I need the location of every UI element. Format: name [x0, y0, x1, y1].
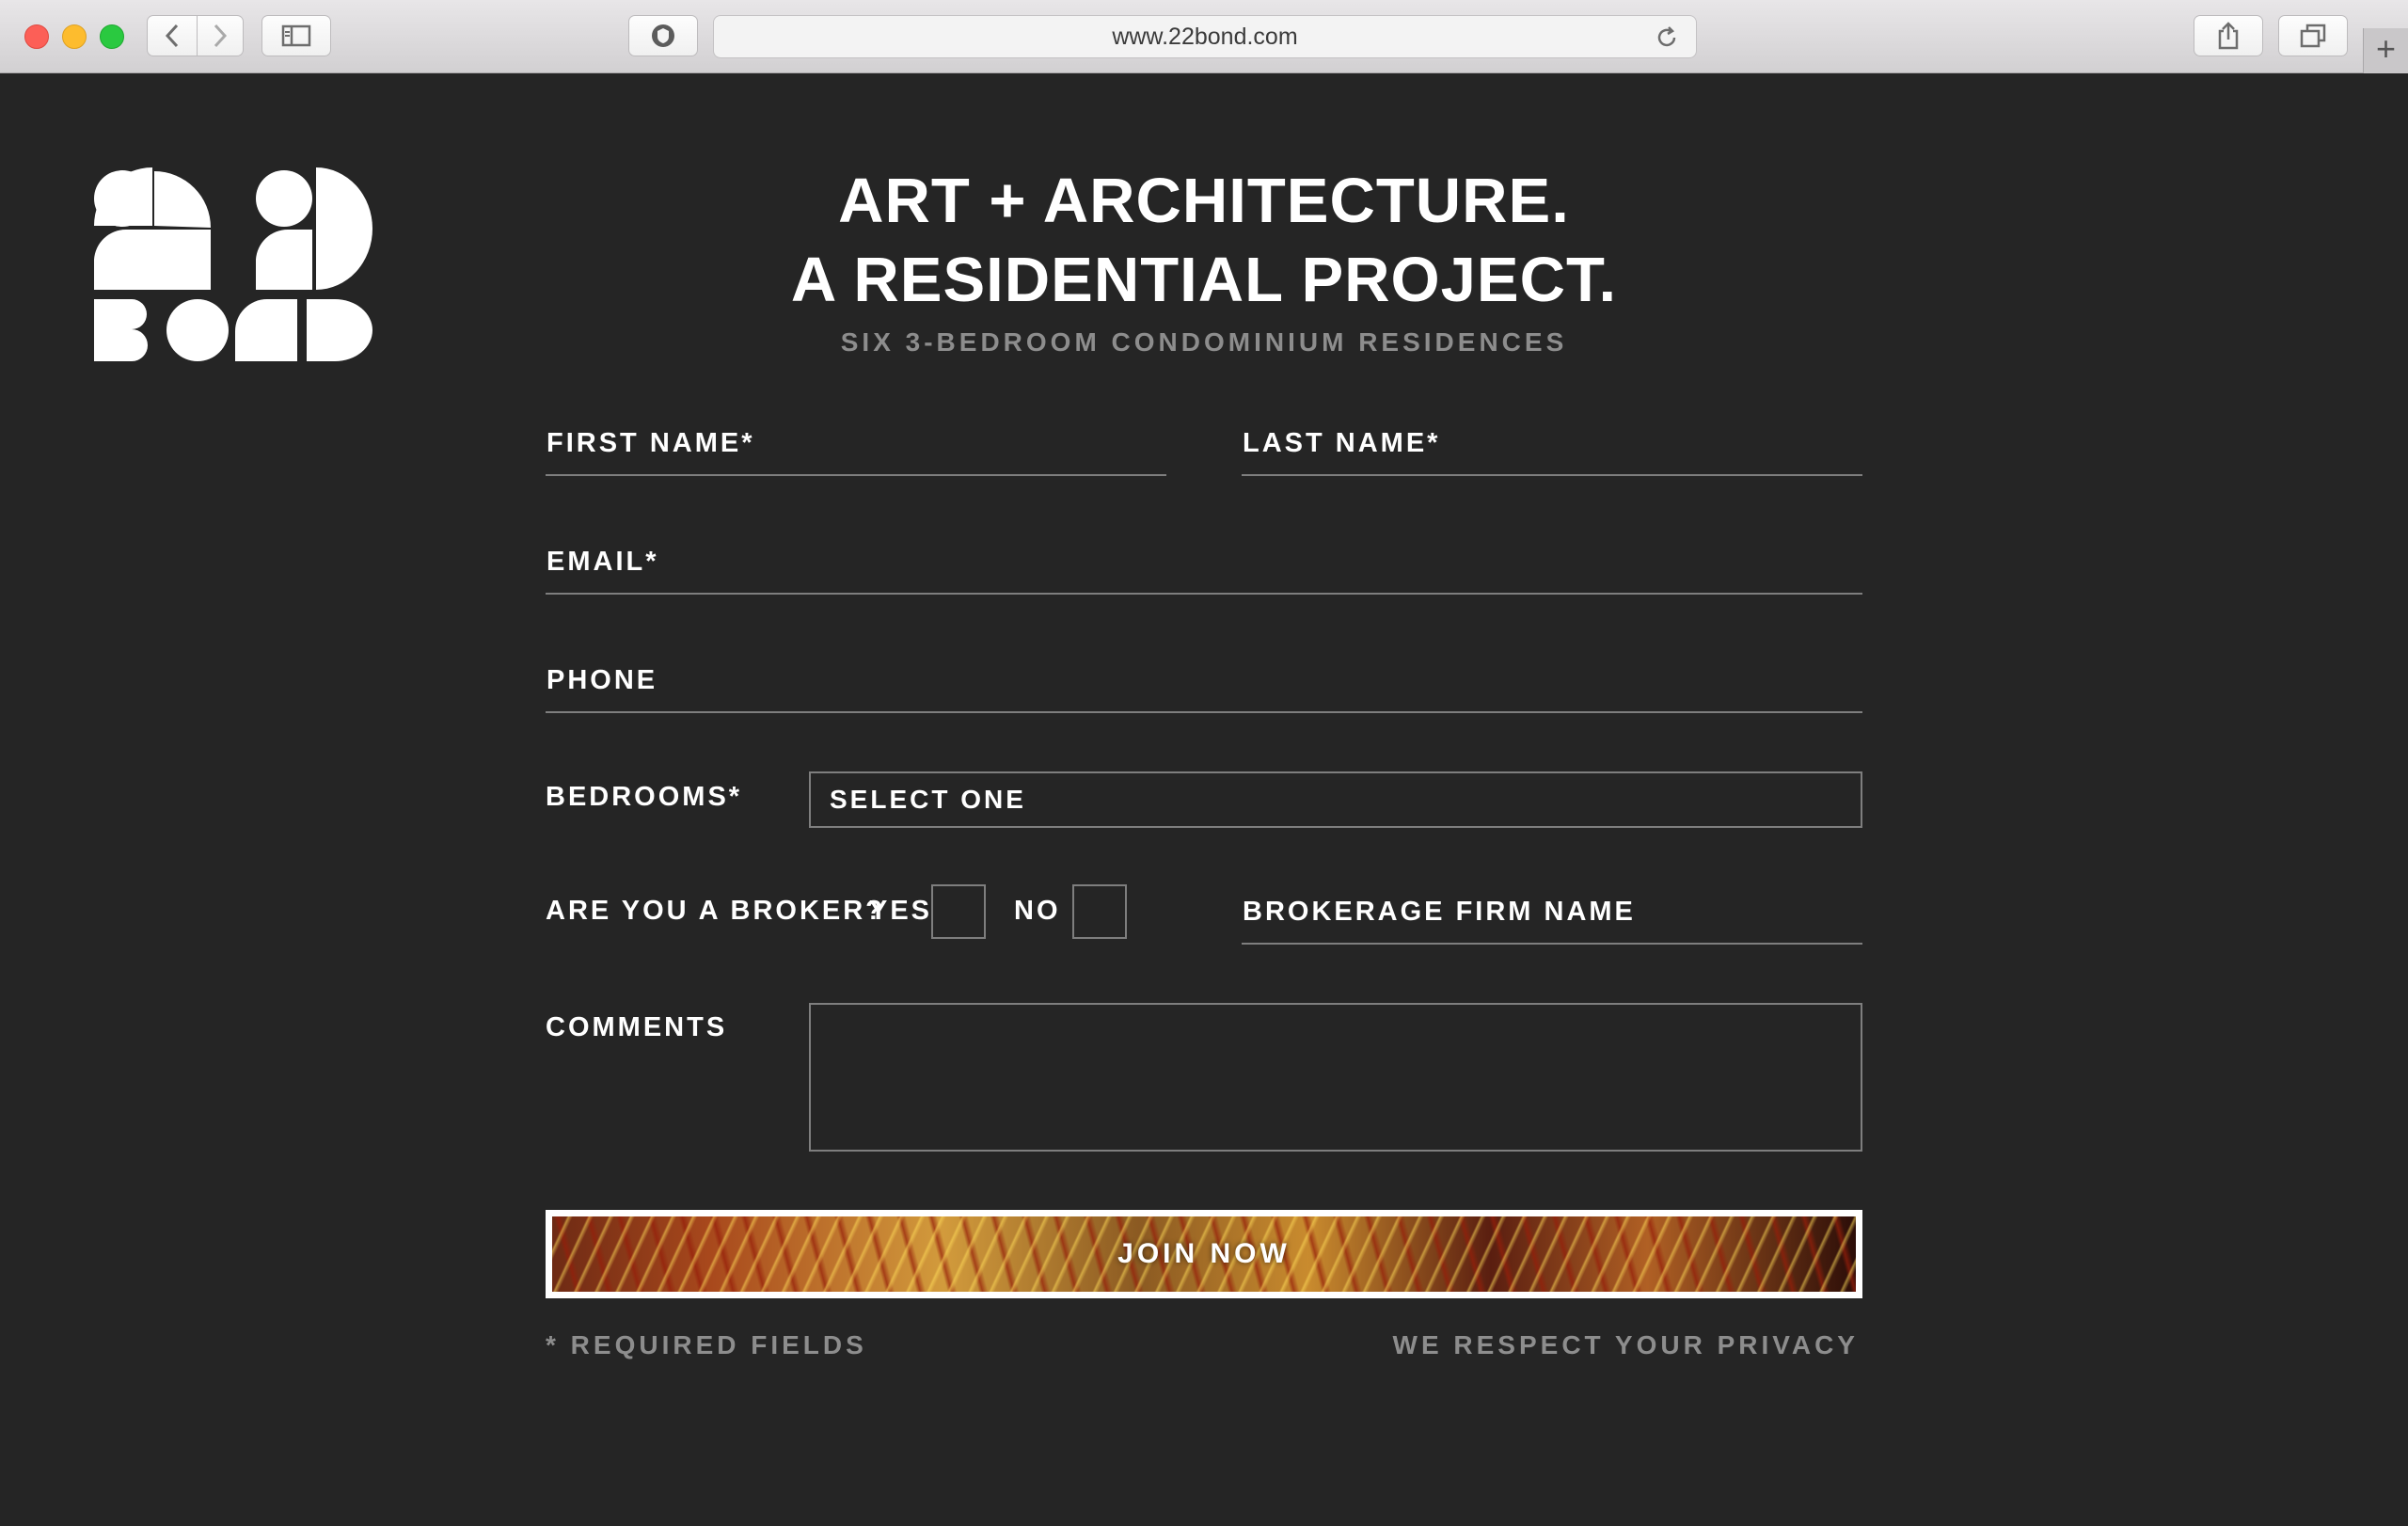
- sidebar-button[interactable]: [261, 15, 331, 56]
- phone-label: PHONE: [547, 665, 658, 695]
- back-button[interactable]: [147, 15, 198, 56]
- email-label: EMAIL*: [547, 547, 659, 577]
- shield-icon: [652, 24, 674, 47]
- first-name-underline: [546, 474, 1166, 476]
- bedrooms-select[interactable]: SELECT ONE: [809, 771, 1862, 828]
- tabs-icon: [2300, 24, 2326, 48]
- first-name-label: FIRST NAME*: [547, 428, 755, 458]
- comments-label: COMMENTS: [546, 1012, 728, 1042]
- sidebar-icon: [281, 24, 311, 47]
- chevron-left-icon: [165, 24, 179, 48]
- reload-icon[interactable]: [1655, 25, 1679, 50]
- last-name-underline: [1242, 474, 1862, 476]
- required-fields-note: * REQUIRED FIELDS: [546, 1330, 867, 1359]
- broker-yes-checkbox[interactable]: [931, 884, 986, 939]
- broker-no-label: NO: [1014, 896, 1061, 926]
- privacy-note: WE RESPECT YOUR PRIVACY: [1392, 1330, 1859, 1359]
- broker-no-checkbox[interactable]: [1072, 884, 1127, 939]
- page-title: ART + ARCHITECTURE. A RESIDENTIAL PROJEC…: [0, 162, 2408, 320]
- last-name-label: LAST NAME*: [1243, 428, 1441, 458]
- browser-toolbar: www.22bond.com +: [0, 0, 2408, 73]
- new-tab-button[interactable]: +: [2363, 28, 2408, 73]
- brokerage-firm-underline: [1242, 943, 1862, 945]
- share-button[interactable]: [2194, 15, 2263, 56]
- minimize-window-button[interactable]: [62, 24, 87, 49]
- page-subtitle: SIX 3-BEDROOM CONDOMINIUM RESIDENCES: [840, 327, 1568, 357]
- share-icon: [2218, 22, 2239, 50]
- forward-button[interactable]: [197, 15, 244, 56]
- join-now-label: JOIN NOW: [1117, 1238, 1291, 1269]
- bedrooms-label: BEDROOMS*: [546, 782, 743, 812]
- address-bar[interactable]: www.22bond.com: [713, 15, 1697, 58]
- title-line-2: A RESIDENTIAL PROJECT.: [790, 245, 1618, 315]
- title-line-1: ART + ARCHITECTURE.: [838, 166, 1570, 236]
- email-field[interactable]: [546, 540, 1862, 596]
- broker-question-label: ARE YOU A BROKER?: [546, 896, 885, 926]
- privacy-report-button[interactable]: [628, 15, 698, 56]
- brokerage-firm-label: BROKERAGE FIRM NAME: [1243, 897, 1636, 927]
- show-tabs-button[interactable]: [2278, 15, 2348, 56]
- url-text: www.22bond.com: [1112, 23, 1298, 50]
- plus-icon: +: [2375, 29, 2397, 68]
- phone-underline: [546, 711, 1862, 713]
- bedrooms-selected-value: SELECT ONE: [830, 785, 1026, 814]
- comments-textarea[interactable]: [809, 1003, 1862, 1152]
- phone-field[interactable]: [546, 659, 1862, 715]
- chevron-right-icon: [214, 24, 228, 48]
- join-now-button[interactable]: JOIN NOW: [546, 1210, 1862, 1298]
- broker-yes-label: YES: [869, 896, 933, 926]
- zoom-window-button[interactable]: [100, 24, 124, 49]
- email-underline: [546, 593, 1862, 595]
- close-window-button[interactable]: [24, 24, 49, 49]
